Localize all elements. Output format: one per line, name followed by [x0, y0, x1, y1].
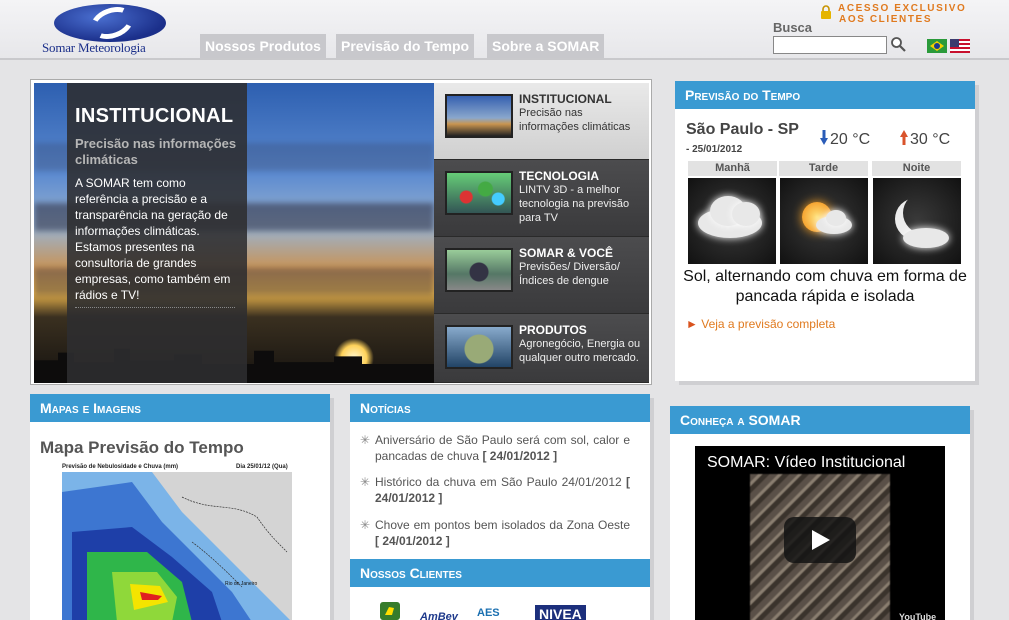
asterisk-bullet-icon: ✳	[360, 475, 371, 489]
nav-sobre-a-somar[interactable]: Sobre a SOMAR	[487, 34, 605, 58]
search-input[interactable]	[773, 36, 887, 54]
slide-item-title: TECNOLOGIA	[519, 169, 599, 183]
slide-item-text: LINTV 3D - a melhor tecnologia na previs…	[519, 184, 630, 224]
forecast-date: - 25/01/2012	[686, 144, 743, 155]
usa-flag-icon[interactable]	[950, 39, 970, 53]
site-header: Somar Meteorologia Nossos Produtos Previ…	[0, 0, 1009, 60]
somar-logo[interactable]: Somar Meteorologia	[40, 1, 182, 58]
play-button-icon[interactable]	[784, 517, 856, 563]
slide-item-title: INSTITUCIONAL	[519, 92, 612, 106]
city-name: São Paulo - SP	[686, 121, 799, 138]
john-deere-logo-icon	[380, 602, 400, 620]
news-date: [ 24/01/2012 ]	[375, 534, 450, 548]
slide-item-tecnologia[interactable]: TECNOLOGIA LINTV 3D - a melhor tecnologi…	[434, 160, 649, 237]
nav-nossos-produtos[interactable]: Nossos Produtos	[200, 34, 326, 58]
temperature-min: 20 °C	[830, 131, 871, 148]
news-item[interactable]: ✳ Chove em pontos bem isolados da Zona O…	[360, 517, 630, 549]
news-item[interactable]: ✳ Histórico da chuva em São Paulo 24/01/…	[360, 474, 630, 506]
slide-text: A SOMAR tem como referência a precisão e…	[75, 176, 231, 302]
news-text: Histórico da chuva em São Paulo 24/01/20…	[375, 475, 622, 489]
thumb-somar-e-voce	[445, 248, 513, 292]
weather-box: Previsão do Tempo São Paulo - SP - 25/01…	[675, 81, 975, 381]
acesso-line-2: AOS CLIENTES	[839, 14, 933, 25]
full-forecast-label: Veja a previsão completa	[701, 317, 836, 331]
slide-caption-panel: INSTITUCIONAL Precisão nas informações c…	[67, 83, 247, 383]
sun-cloud-rain-icon	[780, 178, 868, 264]
asterisk-bullet-icon: ✳	[360, 433, 371, 447]
video-player[interactable]: SOMAR: Vídeo Institucional YouTube	[695, 446, 945, 620]
logo-text: Somar Meteorologia	[42, 40, 146, 55]
search-icon[interactable]	[890, 36, 906, 52]
nivea-logo: NIVEA	[535, 605, 586, 620]
acesso-line-1: ACESSO EXCLUSIVO	[838, 3, 967, 14]
temperature-max: 30 °C	[910, 131, 951, 148]
news-text: Chove em pontos bem isolados da Zona Oes…	[375, 518, 630, 532]
period-tarde: Tarde	[779, 161, 868, 176]
moon-cloud-icon	[873, 178, 961, 264]
ambev-logo: AmBev	[420, 611, 458, 620]
video-header: Conheça a SOMAR	[670, 406, 970, 434]
brazil-flag-icon[interactable]	[927, 39, 947, 53]
slide-list: INSTITUCIONAL Precisão nas informações c…	[434, 83, 649, 383]
svg-text:Rio de Janeiro: Rio de Janeiro	[225, 581, 257, 587]
play-arrow-icon: ►	[686, 317, 698, 331]
slide-item-somar-e-voce[interactable]: SOMAR & VOCÊ Previsões/ Diversão/ Índice…	[434, 237, 649, 314]
news-item[interactable]: ✳ Aniversário de São Paulo será com sol,…	[360, 432, 630, 464]
thumb-produtos	[445, 325, 513, 369]
nav-previsao-do-tempo[interactable]: Previsão do Tempo	[336, 34, 475, 58]
news-box: Notícias ✳ Aniversário de São Paulo será…	[350, 394, 650, 562]
full-forecast-link[interactable]: ► Veja a previsão completa	[686, 317, 835, 331]
weather-description: Sol, alternando com chuva em forma de pa…	[683, 268, 967, 305]
slide-item-institucional[interactable]: INSTITUCIONAL Precisão nas informações c…	[434, 83, 649, 160]
slide-subtitle: Precisão nas informações climáticas	[75, 136, 237, 167]
slide-item-title: SOMAR & VOCÊ	[519, 246, 614, 260]
map-caption: Previsão de Nebulosidade e Chuva (mm)	[62, 464, 179, 470]
forecast-map[interactable]: Rio de Janeiro	[62, 472, 292, 620]
weather-header: Previsão do Tempo	[675, 81, 975, 109]
slide-item-text: Agronegócio, Energia ou qualquer outro m…	[519, 338, 641, 364]
period-noite: Noite	[872, 161, 961, 176]
thumb-institucional	[445, 94, 513, 138]
clients-header: Nossos Clientes	[350, 559, 650, 587]
clients-box: Nossos Clientes AmBev AES NIVEA	[350, 559, 650, 620]
feature-slider: INSTITUCIONAL Precisão nas informações c…	[30, 79, 652, 385]
slide-title: INSTITUCIONAL	[75, 105, 234, 127]
arrow-down-icon	[820, 130, 828, 145]
maps-header: Mapas e Imagens	[30, 394, 330, 422]
news-date: [ 24/01/2012 ]	[482, 449, 558, 463]
slide-item-title: PRODUTOS	[519, 323, 587, 337]
aes-logo: AES	[477, 607, 500, 619]
slide-item-text: Precisão nas informações climáticas	[519, 107, 631, 133]
maps-box: Mapas e Imagens Mapa Previsão do Tempo P…	[30, 394, 330, 620]
video-box: Conheça a SOMAR SOMAR: Vídeo Institucion…	[670, 406, 970, 620]
rain-forecast-map-image: Rio de Janeiro	[62, 472, 292, 620]
map-title: Mapa Previsão do Tempo	[40, 438, 244, 457]
cloudy-icon	[688, 178, 776, 264]
acesso-exclusivo-link[interactable]: ACESSO EXCLUSIVO AOS CLIENTES	[838, 4, 966, 25]
asterisk-bullet-icon: ✳	[360, 518, 371, 532]
news-header: Notícias	[350, 394, 650, 422]
period-manha: Manhã	[688, 161, 777, 176]
thumb-tecnologia	[445, 171, 513, 215]
search-label: Busca	[773, 20, 813, 35]
map-date: Dia 25/01/12 (Qua)	[236, 464, 288, 470]
lock-icon	[821, 5, 831, 19]
arrow-up-icon	[900, 130, 908, 145]
divider	[75, 307, 235, 308]
youtube-logo: YouTube	[899, 612, 937, 620]
slide-item-text: Previsões/ Diversão/ Índices de dengue	[519, 261, 620, 287]
video-title: SOMAR: Vídeo Institucional	[707, 454, 906, 471]
slide-item-produtos[interactable]: PRODUTOS Agronegócio, Energia ou qualque…	[434, 314, 649, 383]
